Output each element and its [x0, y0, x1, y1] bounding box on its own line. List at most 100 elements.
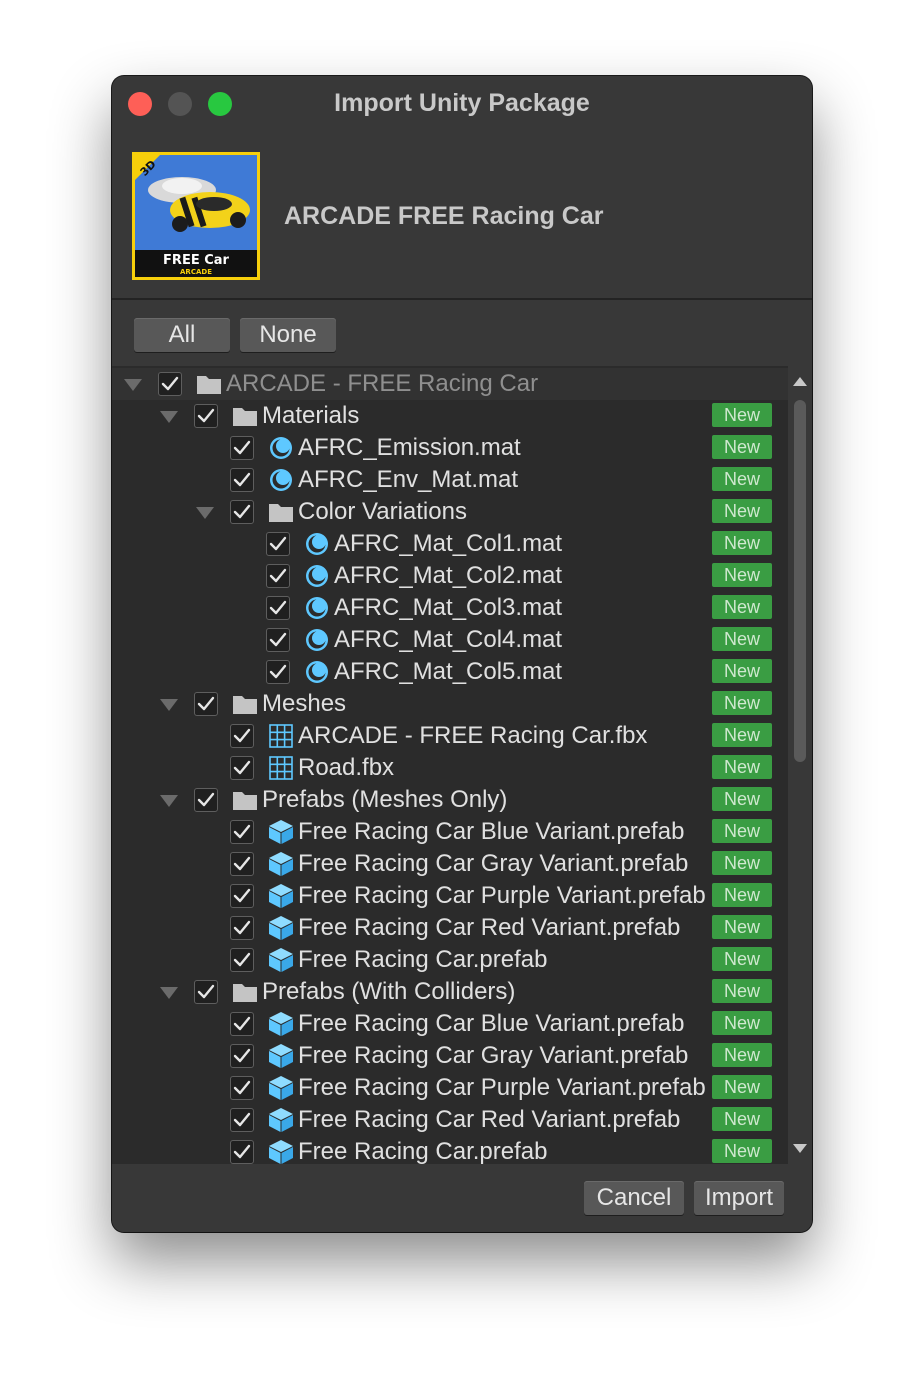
new-badge: New	[712, 1107, 772, 1131]
tree-file-row[interactable]: Free Racing Car.prefab New	[112, 944, 788, 976]
tree-scrollbar[interactable]	[788, 366, 812, 1164]
tree-item-label: Free Racing Car Red Variant.prefab	[298, 1106, 681, 1133]
include-checkbox[interactable]	[194, 692, 218, 716]
folder-icon	[232, 788, 258, 812]
new-badge: New	[712, 531, 772, 555]
tree-file-row[interactable]: AFRC_Env_Mat.mat New	[112, 464, 788, 496]
tree-file-row[interactable]: Free Racing Car Gray Variant.prefab New	[112, 848, 788, 880]
package-contents-tree[interactable]: ARCADE - FREE Racing Car Materials New AFRC…	[112, 366, 788, 1164]
prefab-icon	[268, 916, 294, 940]
include-checkbox[interactable]	[266, 660, 290, 684]
tree-file-row[interactable]: Road.fbx New	[112, 752, 788, 784]
tree-file-row[interactable]: AFRC_Mat_Col4.mat New	[112, 624, 788, 656]
scroll-up-arrow-icon[interactable]	[793, 377, 807, 386]
expand-arrow-icon[interactable]	[160, 411, 178, 423]
expand-arrow-icon[interactable]	[160, 795, 178, 807]
include-checkbox[interactable]	[230, 756, 254, 780]
scroll-down-arrow-icon[interactable]	[793, 1144, 807, 1153]
select-all-button[interactable]: All	[134, 318, 230, 352]
expand-arrow-icon[interactable]	[160, 987, 178, 999]
tree-file-row[interactable]: Free Racing Car Red Variant.prefab New	[112, 1104, 788, 1136]
tree-item-label: AFRC_Mat_Col3.mat	[334, 594, 563, 621]
include-checkbox[interactable]	[230, 916, 254, 940]
tree-item-label: Prefabs (With Colliders)	[262, 978, 516, 1005]
include-checkbox[interactable]	[266, 596, 290, 620]
prefab-icon	[268, 948, 294, 972]
thumbnail-subtitle: ARCADE	[180, 268, 212, 276]
expand-arrow-icon[interactable]	[196, 507, 214, 519]
include-checkbox[interactable]	[230, 884, 254, 908]
tree-file-row[interactable]: AFRC_Mat_Col5.mat New	[112, 656, 788, 688]
material-icon	[304, 628, 330, 652]
scrollbar-thumb[interactable]	[794, 400, 806, 762]
tree-item-label: Meshes	[262, 690, 347, 717]
include-checkbox[interactable]	[230, 1140, 254, 1164]
new-badge: New	[712, 979, 772, 1003]
include-checkbox[interactable]	[230, 1076, 254, 1100]
tree-file-row[interactable]: Free Racing Car Blue Variant.prefab New	[112, 816, 788, 848]
dialog-footer: Cancel Import	[112, 1164, 812, 1232]
tree-item-label: AFRC_Env_Mat.mat	[298, 466, 519, 493]
tree-item-label: AFRC_Mat_Col1.mat	[334, 530, 563, 557]
new-badge: New	[712, 659, 772, 683]
include-checkbox[interactable]	[230, 948, 254, 972]
include-checkbox[interactable]	[230, 852, 254, 876]
include-checkbox[interactable]	[158, 372, 182, 396]
include-checkbox[interactable]	[230, 1044, 254, 1068]
tree-item-label: AFRC_Mat_Col4.mat	[334, 626, 563, 653]
tree-file-row[interactable]: Free Racing Car Blue Variant.prefab New	[112, 1008, 788, 1040]
tree-file-row[interactable]: Free Racing Car Red Variant.prefab New	[112, 912, 788, 944]
tree-file-row[interactable]: Free Racing Car Purple Variant.prefab New	[112, 880, 788, 912]
tree-folder-row[interactable]: Materials New	[112, 400, 788, 432]
tree-item-label: Free Racing Car Red Variant.prefab	[298, 914, 681, 941]
tree-item-label: Free Racing Car.prefab	[298, 946, 548, 973]
prefab-icon	[268, 820, 294, 844]
prefab-icon	[268, 852, 294, 876]
tree-item-label: Free Racing Car Purple Variant.prefab	[298, 1074, 706, 1101]
select-none-button[interactable]: None	[240, 318, 336, 352]
cancel-button[interactable]: Cancel	[584, 1181, 684, 1215]
new-badge: New	[712, 435, 772, 459]
include-checkbox[interactable]	[194, 980, 218, 1004]
include-checkbox[interactable]	[230, 500, 254, 524]
tree-folder-row[interactable]: Color Variations New	[112, 496, 788, 528]
title-bar: Import Unity Package	[112, 76, 812, 132]
tree-folder-row[interactable]: Prefabs (With Colliders) New	[112, 976, 788, 1008]
include-checkbox[interactable]	[266, 628, 290, 652]
tree-item-label: ARCADE - FREE Racing Car.fbx	[298, 722, 648, 749]
tree-file-row[interactable]: ARCADE - FREE Racing Car.fbx New	[112, 720, 788, 752]
include-checkbox[interactable]	[194, 788, 218, 812]
folder-icon	[268, 500, 294, 524]
thumbnail-title: FREE Car	[163, 253, 229, 268]
package-title: ARCADE FREE Racing Car	[284, 202, 604, 230]
include-checkbox[interactable]	[266, 564, 290, 588]
tree-folder-row[interactable]: Meshes New	[112, 688, 788, 720]
tree-folder-row[interactable]: ARCADE - FREE Racing Car	[112, 368, 788, 400]
tree-file-row[interactable]: AFRC_Mat_Col2.mat New	[112, 560, 788, 592]
package-thumbnail: 3D FREE Car ARCADE	[132, 152, 260, 280]
include-checkbox[interactable]	[194, 404, 218, 428]
tree-file-row[interactable]: AFRC_Mat_Col3.mat New	[112, 592, 788, 624]
include-checkbox[interactable]	[230, 468, 254, 492]
prefab-icon	[268, 1012, 294, 1036]
expand-arrow-icon[interactable]	[160, 699, 178, 711]
tree-file-row[interactable]: Free Racing Car Gray Variant.prefab New	[112, 1040, 788, 1072]
include-checkbox[interactable]	[230, 820, 254, 844]
include-checkbox[interactable]	[230, 1108, 254, 1132]
include-checkbox[interactable]	[266, 532, 290, 556]
include-checkbox[interactable]	[230, 1012, 254, 1036]
tree-item-label: Free Racing Car.prefab	[298, 1138, 548, 1164]
tree-folder-row[interactable]: Prefabs (Meshes Only) New	[112, 784, 788, 816]
window-title: Import Unity Package	[334, 89, 590, 117]
import-button[interactable]: Import	[694, 1181, 784, 1215]
expand-arrow-icon[interactable]	[124, 379, 142, 391]
tree-file-row[interactable]: Free Racing Car.prefab New	[112, 1136, 788, 1164]
include-checkbox[interactable]	[230, 724, 254, 748]
tree-file-row[interactable]: AFRC_Emission.mat New	[112, 432, 788, 464]
new-badge: New	[712, 1043, 772, 1067]
tree-file-row[interactable]: AFRC_Mat_Col1.mat New	[112, 528, 788, 560]
new-badge: New	[712, 819, 772, 843]
include-checkbox[interactable]	[230, 436, 254, 460]
tree-item-label: Free Racing Car Blue Variant.prefab	[298, 1010, 685, 1037]
tree-file-row[interactable]: Free Racing Car Purple Variant.prefab New	[112, 1072, 788, 1104]
